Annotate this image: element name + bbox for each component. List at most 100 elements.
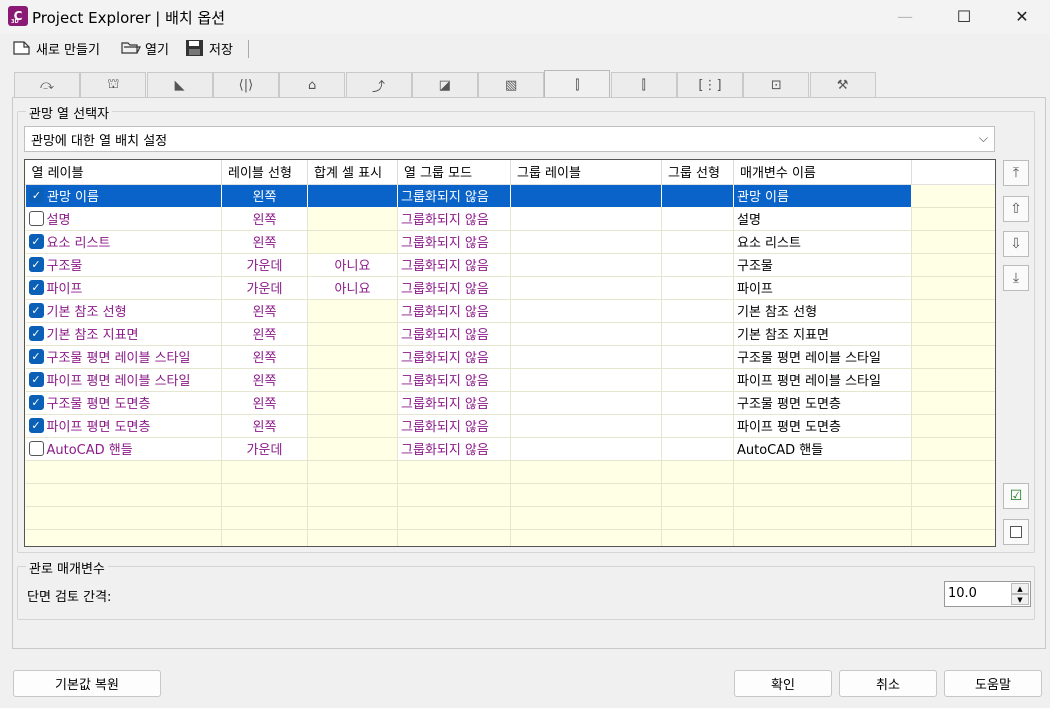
group-mode-cell[interactable]: 그룹화되지 않음 — [397, 391, 511, 415]
column-label-cell[interactable]: ✓ 파이프 — [25, 276, 222, 300]
group-mode-cell[interactable]: 그룹화되지 않음 — [397, 437, 511, 461]
group-mode-cell[interactable]: 그룹화되지 않음 — [397, 414, 511, 438]
group-justify-cell[interactable] — [661, 253, 734, 277]
label-justify-cell[interactable]: 왼쪽 — [221, 368, 308, 392]
total-cell-cell[interactable] — [307, 345, 398, 369]
column-label-cell[interactable]: AutoCAD 핸들 — [25, 437, 222, 461]
grid-header-cell[interactable] — [911, 160, 995, 185]
column-label-cell[interactable]: ✓ 기본 참조 지표면 — [25, 322, 222, 346]
total-cell-cell[interactable] — [307, 368, 398, 392]
parameter-name-cell[interactable]: 구조물 평면 도면층 — [733, 391, 912, 415]
tab-assembly[interactable]: ◪ — [411, 72, 478, 98]
grid-header-cell[interactable]: 매개변수 이름 — [733, 160, 912, 185]
row-checkbox[interactable]: ✓ — [28, 257, 44, 272]
group-label-cell[interactable] — [510, 414, 662, 438]
row-checkbox[interactable]: ✓ — [28, 280, 44, 295]
column-label-cell[interactable]: ✓ 파이프 평면 레이블 스타일 — [25, 368, 222, 392]
column-label-cell[interactable]: ✓ 요소 리스트 — [25, 230, 222, 254]
group-mode-cell[interactable]: 그룹화되지 않음 — [397, 368, 511, 392]
group-justify-cell[interactable] — [661, 368, 734, 392]
group-label-cell[interactable] — [510, 183, 662, 208]
tab-settings-wrench[interactable]: ⚒ — [809, 72, 876, 98]
parameter-name-cell[interactable]: AutoCAD 핸들 — [733, 437, 912, 461]
row-checkbox[interactable]: ✓ — [28, 372, 44, 387]
move-down-button[interactable]: ⇩ — [1003, 231, 1029, 257]
cancel-button[interactable]: 취소 — [839, 670, 937, 697]
table-row[interactable]: 설명 왼쪽 그룹화되지 않음 설명 — [25, 207, 995, 231]
check-all-button[interactable]: ☑ — [1003, 483, 1029, 509]
column-label-cell[interactable]: ✓ 구조물 평면 레이블 스타일 — [25, 345, 222, 369]
group-mode-cell[interactable]: 그룹화되지 않음 — [397, 230, 511, 254]
tab-parcel[interactable]: ▧ — [478, 72, 545, 98]
total-cell-cell[interactable]: 아니요 — [307, 276, 398, 300]
maximize-button[interactable]: ☐ — [941, 0, 987, 34]
grid-header-cell[interactable]: 열 그룹 모드 — [397, 160, 511, 185]
group-mode-cell[interactable]: 그룹화되지 않음 — [397, 345, 511, 369]
spin-down-icon[interactable]: ▼ — [1011, 594, 1029, 605]
group-mode-cell[interactable]: 그룹화되지 않음 — [397, 299, 511, 323]
group-mode-cell[interactable]: 그룹화되지 않음 — [397, 276, 511, 300]
tab-pipe-network[interactable]: ⫿ — [544, 70, 611, 99]
table-row[interactable]: ✓ 구조물 평면 도면층 왼쪽 그룹화되지 않음 구조물 평면 도면층 — [25, 391, 995, 415]
group-justify-cell[interactable] — [661, 276, 734, 300]
grid-header-cell[interactable]: 열 레이블 — [25, 160, 222, 185]
row-checkbox[interactable]: ✓ — [28, 234, 44, 249]
row-checkbox[interactable] — [28, 441, 44, 456]
column-label-cell[interactable]: ✓ 관망 이름 — [25, 183, 222, 208]
table-row[interactable]: ✓ 기본 참조 선형 왼쪽 그룹화되지 않음 기본 참조 선형 — [25, 299, 995, 323]
label-justify-cell[interactable]: 가운데 — [221, 437, 308, 461]
group-label-cell[interactable] — [510, 276, 662, 300]
table-row[interactable]: ✓ 구조물 평면 레이블 스타일 왼쪽 그룹화되지 않음 구조물 평면 레이블 스타일 — [25, 345, 995, 369]
save-button[interactable]: 저장 — [185, 37, 233, 59]
tab-surface[interactable]: ⌂ — [279, 72, 346, 98]
move-to-top-button[interactable]: ⤒ — [1003, 160, 1029, 186]
section-interval-spinner[interactable]: 10.0 ▲ ▼ — [944, 581, 1031, 607]
row-checkbox[interactable]: ✓ — [28, 395, 44, 410]
group-label-cell[interactable] — [510, 299, 662, 323]
row-checkbox[interactable] — [28, 211, 44, 226]
parameter-name-cell[interactable]: 구조물 — [733, 253, 912, 277]
label-justify-cell[interactable]: 왼쪽 — [221, 207, 308, 231]
grid-header-cell[interactable]: 그룹 선형 — [661, 160, 734, 185]
grid-header-cell[interactable]: 합계 셀 표시 — [307, 160, 398, 185]
label-justify-cell[interactable]: 왼쪽 — [221, 414, 308, 438]
label-justify-cell[interactable]: 가운데 — [221, 276, 308, 300]
parameter-name-cell[interactable]: 관망 이름 — [733, 183, 912, 208]
group-justify-cell[interactable] — [661, 207, 734, 231]
tab-road[interactable]: ◣ — [146, 72, 213, 98]
label-justify-cell[interactable]: 왼쪽 — [221, 322, 308, 346]
section-interval-value[interactable]: 10.0 — [948, 586, 977, 601]
column-label-cell[interactable]: ✓ 구조물 — [25, 253, 222, 277]
group-label-cell[interactable] — [510, 230, 662, 254]
table-row[interactable]: ✓ 파이프 평면 도면층 왼쪽 그룹화되지 않음 파이프 평면 도면층 — [25, 414, 995, 438]
group-label-cell[interactable] — [510, 207, 662, 231]
parameter-name-cell[interactable]: 기본 참조 선형 — [733, 299, 912, 323]
new-button[interactable]: 새로 만들기 — [12, 37, 100, 59]
row-checkbox[interactable]: ✓ — [28, 326, 44, 341]
close-button[interactable]: ✕ — [999, 0, 1045, 34]
move-up-button[interactable]: ⇧ — [1003, 196, 1029, 222]
grid-header-cell[interactable]: 그룹 레이블 — [510, 160, 662, 185]
table-row[interactable]: AutoCAD 핸들 가운데 그룹화되지 않음 AutoCAD 핸들 — [25, 437, 995, 461]
group-mode-cell[interactable]: 그룹화되지 않음 — [397, 183, 511, 208]
group-justify-cell[interactable] — [661, 183, 734, 208]
label-justify-cell[interactable]: 가운데 — [221, 253, 308, 277]
parameter-name-cell[interactable]: 설명 — [733, 207, 912, 231]
total-cell-cell[interactable] — [307, 230, 398, 254]
tab-profile[interactable]: ⤴ — [345, 72, 412, 98]
minimize-button[interactable]: — — [882, 0, 928, 34]
parameter-name-cell[interactable]: 기본 참조 지표면 — [733, 322, 912, 346]
parameter-name-cell[interactable]: 구조물 평면 레이블 스타일 — [733, 345, 912, 369]
column-label-cell[interactable]: ✓ 구조물 평면 도면층 — [25, 391, 222, 415]
tab-alignment[interactable]: ⤼ — [14, 72, 80, 98]
table-row[interactable]: ✓ 기본 참조 지표면 왼쪽 그룹화되지 않음 기본 참조 지표면 — [25, 322, 995, 346]
total-cell-cell[interactable] — [307, 299, 398, 323]
total-cell-cell[interactable]: 아니요 — [307, 253, 398, 277]
column-layout-combo[interactable]: 관망에 대한 열 배치 설정 ⌵ — [24, 126, 995, 152]
row-checkbox[interactable]: ✓ — [28, 303, 44, 318]
group-label-cell[interactable] — [510, 391, 662, 415]
group-mode-cell[interactable]: 그룹화되지 않음 — [397, 253, 511, 277]
group-justify-cell[interactable] — [661, 391, 734, 415]
table-row[interactable]: ✓ 파이프 평면 레이블 스타일 왼쪽 그룹화되지 않음 파이프 평면 레이블 스타일 — [25, 368, 995, 392]
parameter-name-cell[interactable]: 파이프 평면 레이블 스타일 — [733, 368, 912, 392]
